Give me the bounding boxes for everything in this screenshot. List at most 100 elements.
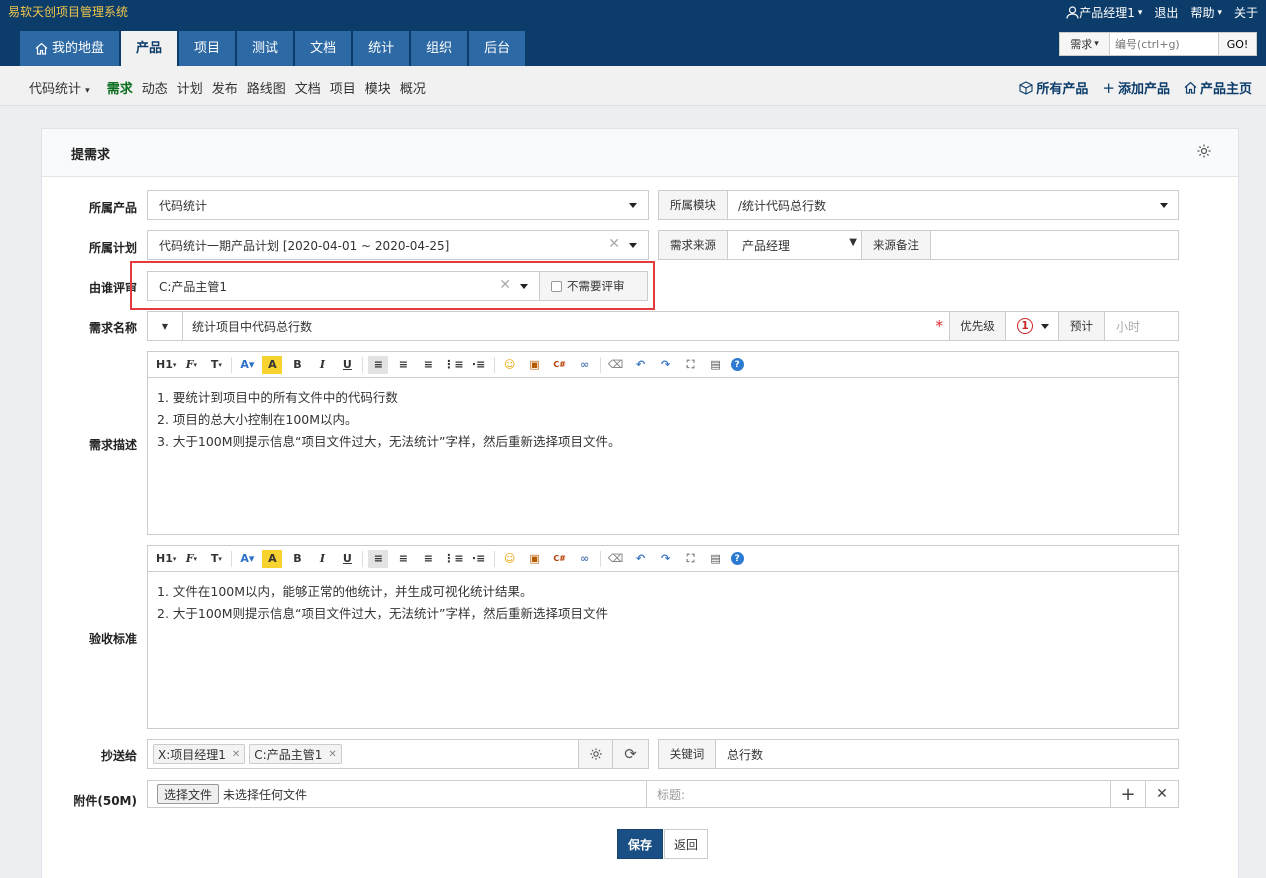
help-icon[interactable]: ? bbox=[730, 552, 744, 565]
product-select[interactable]: 代码统计 bbox=[147, 190, 649, 220]
subnav-item-project[interactable]: 项目 bbox=[330, 78, 356, 97]
user-dropdown[interactable]: 产品经理1 ▾ bbox=[1066, 4, 1142, 21]
source-note-input[interactable] bbox=[930, 230, 1179, 260]
font-size-button[interactable]: T ▾ bbox=[206, 550, 226, 568]
eraser-icon[interactable]: ⌫ bbox=[606, 356, 626, 374]
title-color-picker[interactable]: ▼ bbox=[147, 311, 183, 341]
undo-icon[interactable]: ↶ bbox=[631, 550, 651, 568]
align-center-icon[interactable]: ≡ bbox=[393, 356, 413, 374]
ordered-list-icon[interactable]: ⋮≡ bbox=[443, 356, 463, 374]
gear-icon[interactable] bbox=[1196, 143, 1212, 159]
tab-company[interactable]: 组织 bbox=[411, 31, 468, 66]
verify-editor[interactable]: 1. 文件在100M以内，能够正常的他统计，并生成可视化统计结果。 2. 大于1… bbox=[147, 571, 1179, 729]
undo-icon[interactable]: ↶ bbox=[631, 356, 651, 374]
font-button[interactable]: F ▾ bbox=[181, 550, 201, 568]
mailto-refresh-button[interactable]: ⟳ bbox=[612, 739, 649, 769]
tab-my[interactable]: 我的地盘 bbox=[20, 31, 120, 66]
back-button[interactable]: 返回 bbox=[664, 829, 708, 859]
font-size-button[interactable]: T ▾ bbox=[206, 356, 226, 374]
about-link[interactable]: 关于 bbox=[1234, 4, 1258, 21]
subnav-item-doc[interactable]: 文档 bbox=[295, 78, 321, 97]
subnav-item-module[interactable]: 模块 bbox=[365, 78, 391, 97]
search-input[interactable] bbox=[1110, 33, 1218, 55]
keywords-input[interactable]: 总行数 bbox=[715, 739, 1179, 769]
emoticon-icon[interactable]: ☺ bbox=[500, 550, 520, 568]
tab-doc[interactable]: 文档 bbox=[295, 31, 352, 66]
subnav-item-release[interactable]: 发布 bbox=[212, 78, 238, 97]
link-icon[interactable]: ∞ bbox=[575, 356, 595, 374]
product-home-link[interactable]: 产品主页 bbox=[1184, 78, 1252, 97]
link-icon[interactable]: ∞ bbox=[575, 550, 595, 568]
all-products-link[interactable]: 所有产品 bbox=[1019, 78, 1088, 97]
file-title-input[interactable]: 标题: bbox=[646, 780, 1111, 808]
tab-project[interactable]: 项目 bbox=[179, 31, 236, 66]
align-left-icon[interactable]: ≡ bbox=[368, 355, 389, 374]
fullscreen-icon[interactable]: ⛶ bbox=[681, 550, 701, 568]
underline-icon[interactable]: U bbox=[337, 356, 357, 374]
help-icon[interactable]: ? bbox=[730, 358, 744, 371]
subnav-item-story[interactable]: 需求 bbox=[107, 78, 133, 97]
fullscreen-icon[interactable]: ⛶ bbox=[681, 356, 701, 374]
choose-file-button[interactable]: 选择文件 bbox=[157, 784, 220, 804]
tab-admin[interactable]: 后台 bbox=[469, 31, 526, 66]
add-file-button[interactable]: + bbox=[1110, 780, 1146, 808]
font-button[interactable]: F ▾ bbox=[181, 356, 201, 374]
code-icon[interactable]: C# bbox=[550, 550, 570, 568]
align-right-icon[interactable]: ≡ bbox=[418, 550, 438, 568]
mailto-settings-button[interactable] bbox=[578, 739, 613, 769]
subnav-item-roadmap[interactable]: 路线图 bbox=[247, 78, 286, 97]
italic-icon[interactable]: I bbox=[312, 356, 332, 374]
tab-product[interactable]: 产品 bbox=[121, 31, 178, 66]
title-input[interactable]: 统计项目中代码总行数 * bbox=[182, 311, 950, 341]
code-icon[interactable]: C# bbox=[550, 356, 570, 374]
tab-report[interactable]: 统计 bbox=[353, 31, 410, 66]
emoticon-icon[interactable]: ☺ bbox=[500, 356, 520, 374]
product-switcher[interactable]: 代码统计 ▾ bbox=[29, 78, 90, 97]
search-go-button[interactable]: GO! bbox=[1218, 33, 1256, 55]
bold-icon[interactable]: B bbox=[287, 356, 307, 374]
logout-link[interactable]: 退出 bbox=[1154, 4, 1178, 21]
module-select[interactable]: /统计代码总行数 bbox=[727, 190, 1179, 220]
font-color-icon[interactable]: A▾ bbox=[237, 356, 257, 374]
spec-editor[interactable]: 1. 要统计到项目中的所有文件中的代码行数 2. 项目的总大小控制在100M以内… bbox=[147, 377, 1179, 535]
remove-file-button[interactable]: ✕ bbox=[1145, 780, 1179, 808]
redo-icon[interactable]: ↷ bbox=[656, 356, 676, 374]
bg-color-icon[interactable]: A bbox=[262, 355, 283, 374]
bg-color-icon[interactable]: A bbox=[262, 549, 283, 568]
align-right-icon[interactable]: ≡ bbox=[418, 356, 438, 374]
underline-icon[interactable]: U bbox=[337, 550, 357, 568]
add-product-link[interactable]: + 添加产品 bbox=[1102, 78, 1170, 98]
unordered-list-icon[interactable]: ∙≡ bbox=[469, 550, 489, 568]
ordered-list-icon[interactable]: ⋮≡ bbox=[443, 550, 463, 568]
align-left-icon[interactable]: ≡ bbox=[368, 549, 389, 568]
mailto-chip[interactable]: C:产品主管1 ✕ bbox=[249, 744, 342, 764]
remove-icon[interactable]: ✕ bbox=[232, 749, 240, 760]
subnav-item-view[interactable]: 概况 bbox=[400, 78, 426, 97]
mailto-chip[interactable]: X:项目经理1 ✕ bbox=[153, 744, 246, 764]
file-input[interactable]: 选择文件 未选择任何文件 bbox=[147, 780, 647, 808]
image-icon[interactable]: ▣ bbox=[525, 550, 545, 568]
align-center-icon[interactable]: ≡ bbox=[393, 550, 413, 568]
source-select[interactable]: 产品经理 ▼ bbox=[727, 230, 862, 260]
template-icon[interactable]: ▤ bbox=[706, 356, 726, 374]
search-type-select[interactable]: 需求 ▾ bbox=[1060, 33, 1110, 55]
template-icon[interactable]: ▤ bbox=[706, 550, 726, 568]
clear-icon[interactable]: ✕ bbox=[608, 236, 620, 252]
heading-button[interactable]: H1 ▾ bbox=[156, 550, 176, 568]
subnav-item-dynamic[interactable]: 动态 bbox=[142, 78, 168, 97]
remove-icon[interactable]: ✕ bbox=[328, 749, 336, 760]
image-icon[interactable]: ▣ bbox=[525, 356, 545, 374]
heading-button[interactable]: H1 ▾ bbox=[156, 356, 176, 374]
help-dropdown[interactable]: 帮助 ▾ bbox=[1190, 4, 1222, 21]
italic-icon[interactable]: I bbox=[312, 550, 332, 568]
save-button[interactable]: 保存 bbox=[617, 829, 663, 859]
estimate-input[interactable]: 小时 bbox=[1104, 311, 1179, 341]
eraser-icon[interactable]: ⌫ bbox=[606, 550, 626, 568]
subnav-item-plan[interactable]: 计划 bbox=[177, 78, 203, 97]
tab-test[interactable]: 测试 bbox=[237, 31, 294, 66]
priority-select[interactable]: 1 bbox=[1005, 311, 1059, 341]
plan-select[interactable]: 代码统计一期产品计划 [2020-04-01 ~ 2020-04-25] ✕ bbox=[147, 230, 649, 260]
bold-icon[interactable]: B bbox=[287, 550, 307, 568]
mailto-select[interactable]: X:项目经理1 ✕ C:产品主管1 ✕ bbox=[147, 739, 579, 769]
font-color-icon[interactable]: A▾ bbox=[237, 550, 257, 568]
